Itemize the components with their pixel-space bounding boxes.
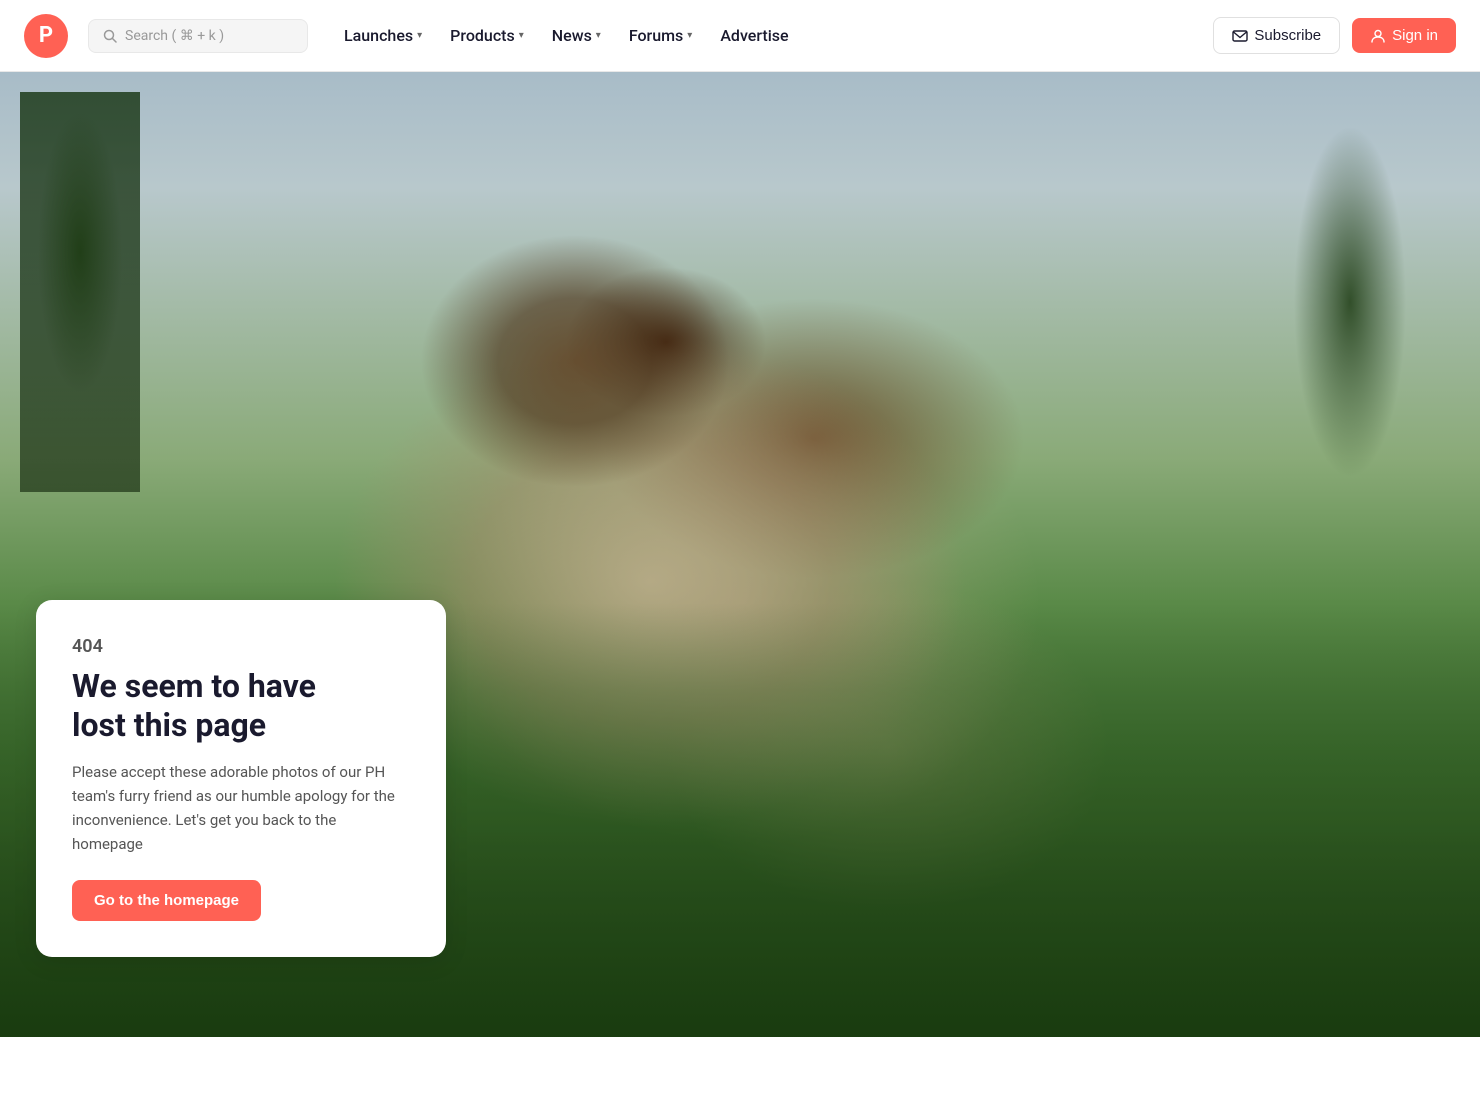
navbar: P Search ( ⌘ + k ) Launches ▾ Products ▾… bbox=[0, 0, 1480, 72]
nav-forums-label: Forums bbox=[629, 26, 683, 45]
nav-launches-label: Launches bbox=[344, 26, 413, 45]
user-icon bbox=[1370, 28, 1386, 44]
logo-letter: P bbox=[24, 14, 68, 58]
search-icon bbox=[103, 29, 117, 43]
nav-item-news[interactable]: News ▾ bbox=[540, 18, 613, 53]
nav-item-products[interactable]: Products ▾ bbox=[438, 18, 536, 53]
error-title-line2: lost this page bbox=[72, 706, 266, 744]
nav-news-label: News bbox=[552, 26, 592, 45]
nav-item-launches[interactable]: Launches ▾ bbox=[332, 18, 434, 53]
chevron-down-icon: ▾ bbox=[596, 30, 601, 41]
tree-left bbox=[20, 92, 140, 492]
search-bar[interactable]: Search ( ⌘ + k ) bbox=[88, 19, 308, 53]
search-placeholder: Search ( ⌘ + k ) bbox=[125, 28, 224, 44]
hero-section: 404 We seem to have lost this page Pleas… bbox=[0, 72, 1480, 1037]
error-code: 404 bbox=[72, 636, 410, 657]
nav-links: Launches ▾ Products ▾ News ▾ Forums ▾ Ad… bbox=[332, 18, 1205, 53]
logo[interactable]: P bbox=[24, 14, 68, 58]
nav-item-advertise[interactable]: Advertise bbox=[708, 18, 800, 53]
error-title: We seem to have lost this page bbox=[72, 667, 410, 744]
error-title-line1: We seem to have bbox=[72, 667, 316, 705]
subscribe-button[interactable]: Subscribe bbox=[1213, 17, 1340, 54]
tree-right bbox=[1250, 102, 1450, 602]
nav-advertise-label: Advertise bbox=[720, 26, 788, 45]
nav-products-label: Products bbox=[450, 26, 515, 45]
chevron-down-icon: ▾ bbox=[519, 30, 524, 41]
nav-right: Subscribe Sign in bbox=[1213, 17, 1456, 54]
subscribe-label: Subscribe bbox=[1254, 27, 1321, 44]
signin-button[interactable]: Sign in bbox=[1352, 18, 1456, 53]
email-icon bbox=[1232, 28, 1248, 44]
chevron-down-icon: ▾ bbox=[687, 30, 692, 41]
chevron-down-icon: ▾ bbox=[417, 30, 422, 41]
error-description: Please accept these adorable photos of o… bbox=[72, 760, 410, 856]
dog-head bbox=[350, 172, 800, 592]
go-to-homepage-button[interactable]: Go to the homepage bbox=[72, 880, 261, 921]
signin-label: Sign in bbox=[1392, 27, 1438, 44]
error-card: 404 We seem to have lost this page Pleas… bbox=[36, 600, 446, 957]
nav-item-forums[interactable]: Forums ▾ bbox=[617, 18, 704, 53]
